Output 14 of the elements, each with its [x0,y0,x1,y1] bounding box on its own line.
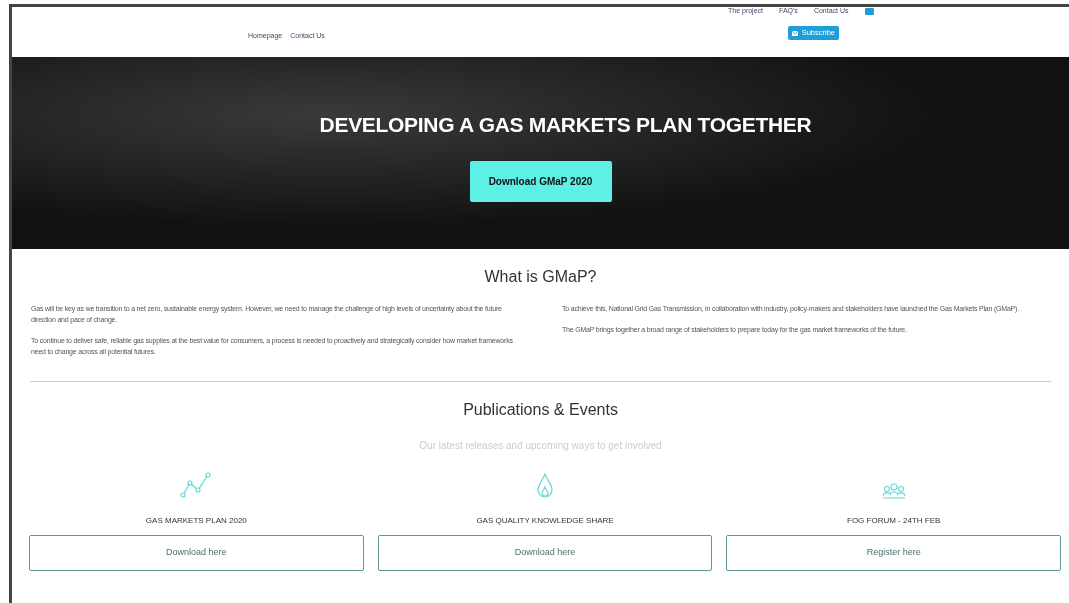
item-title: GAS MARKETS PLAN 2020 [145,515,247,527]
item-title: GAS QUALITY KNOWLEDGE SHARE [476,515,614,527]
section-title: Publications & Events [462,400,619,420]
people-icon [881,483,906,499]
item-title: FOG FORUM - 24TH FEB [847,515,941,527]
hero-title: DEVELOPING A GAS MARKETS PLAN TOGETHER [319,111,812,138]
envelope-icon [791,30,798,36]
line-chart-icon [179,471,214,499]
outline-button[interactable]: Register here [726,535,1061,571]
flame-icon [537,473,553,499]
outline-button[interactable]: Download here [377,535,713,571]
download-button[interactable]: Download GMaP 2020 [469,161,612,203]
outline-button[interactable]: Download here [29,535,364,571]
section-title: What is GMaP? [483,267,598,287]
